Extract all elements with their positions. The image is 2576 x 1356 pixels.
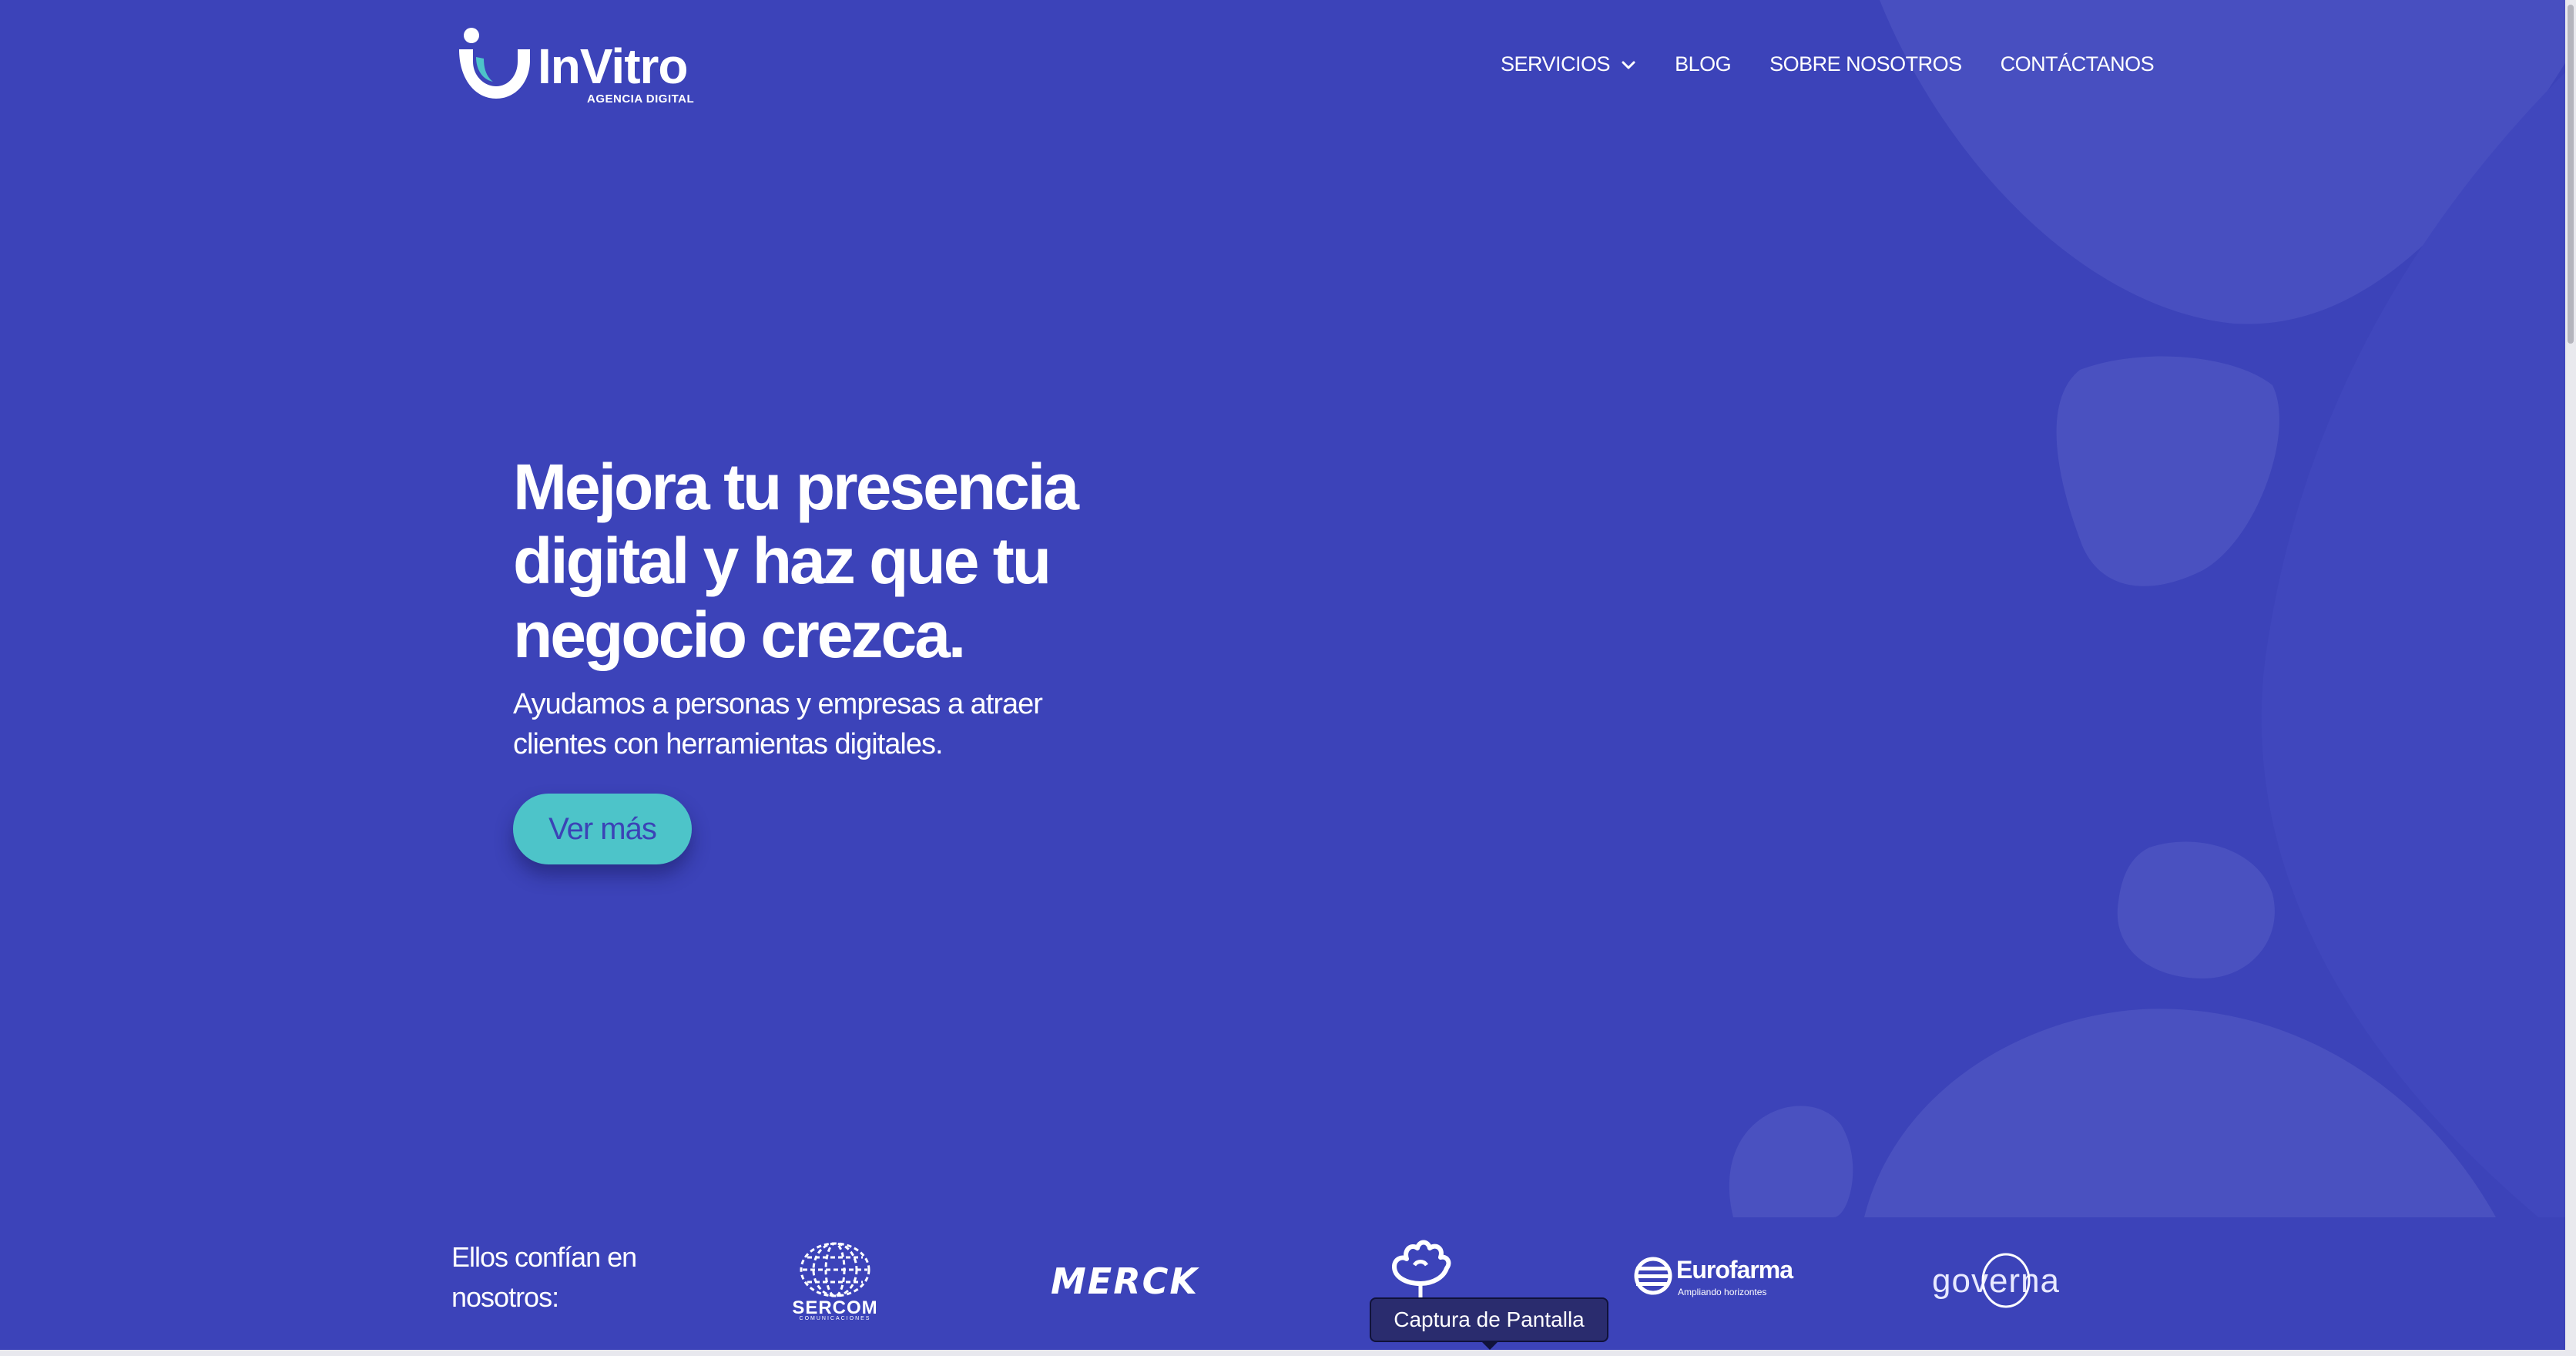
tooltip-arrow <box>1481 1341 1499 1350</box>
nav-item-servicios[interactable]: SERVICIOS <box>1501 52 1636 76</box>
eurofarma-globe-logo-icon <box>1634 1257 1672 1295</box>
nav-item-label: SERVICIOS <box>1501 52 1611 76</box>
nav-item-sobre-nosotros[interactable]: SOBRE NOSOTROS <box>1769 52 1962 76</box>
eurofarma-name: Eurofarma <box>1676 1256 1793 1284</box>
brand-name: InVitro <box>538 39 688 94</box>
flower-logo-icon <box>1392 1240 1451 1299</box>
client-logo-governa: governa <box>1932 1248 2086 1310</box>
chevron-down-icon <box>1622 61 1635 69</box>
brand-logo[interactable]: InVitro AGENCIA DIGITAL <box>453 26 715 111</box>
client-logo-flower <box>1384 1237 1457 1302</box>
clients-label: Ellos confían en nosotros: <box>451 1241 637 1313</box>
nav-item-blog[interactable]: BLOG <box>1675 52 1732 76</box>
sercom-globe-logo-icon <box>800 1242 870 1297</box>
clients-strip <box>0 1217 2565 1356</box>
client-logo-eurofarma: Eurofarma Ampliando horizontes <box>1633 1256 1818 1304</box>
hero-title: Mejora tu presencia digital y haz que tu… <box>513 451 1079 671</box>
invitro-logo-mark-icon <box>459 28 530 99</box>
brand-wordmark: InVitro AGENCIA DIGITAL <box>538 26 715 111</box>
eurofarma-sub: Ampliando horizontes <box>1678 1287 1767 1297</box>
client-logo-sercom: SERCOM COMUNICACIONES <box>773 1240 897 1321</box>
scrollbar-thumb[interactable] <box>2568 5 2574 344</box>
nav-item-contactanos[interactable]: CONTÁCTANOS <box>2001 52 2155 76</box>
sercom-sub: COMUNICACIONES <box>799 1316 871 1321</box>
bottom-edge <box>0 1350 2576 1356</box>
ver-mas-button[interactable]: Ver más <box>513 794 692 864</box>
client-logo-merck: MERCK <box>1051 1260 1199 1302</box>
brand-tagline: AGENCIA DIGITAL <box>587 92 695 106</box>
page: InVitro AGENCIA DIGITAL SERVICIOS BLOG S… <box>0 0 2576 1356</box>
background-decoration <box>1729 0 2576 1248</box>
governa-logo-icon <box>1981 1253 2031 1308</box>
main-nav: SERVICIOS BLOG SOBRE NOSOTROS CONTÁCTANO… <box>1501 52 2155 76</box>
tooltip: Captura de Pantalla <box>1370 1297 1608 1342</box>
hero-subtitle: Ayudamos a personas y empresas a atraer … <box>513 688 1043 760</box>
